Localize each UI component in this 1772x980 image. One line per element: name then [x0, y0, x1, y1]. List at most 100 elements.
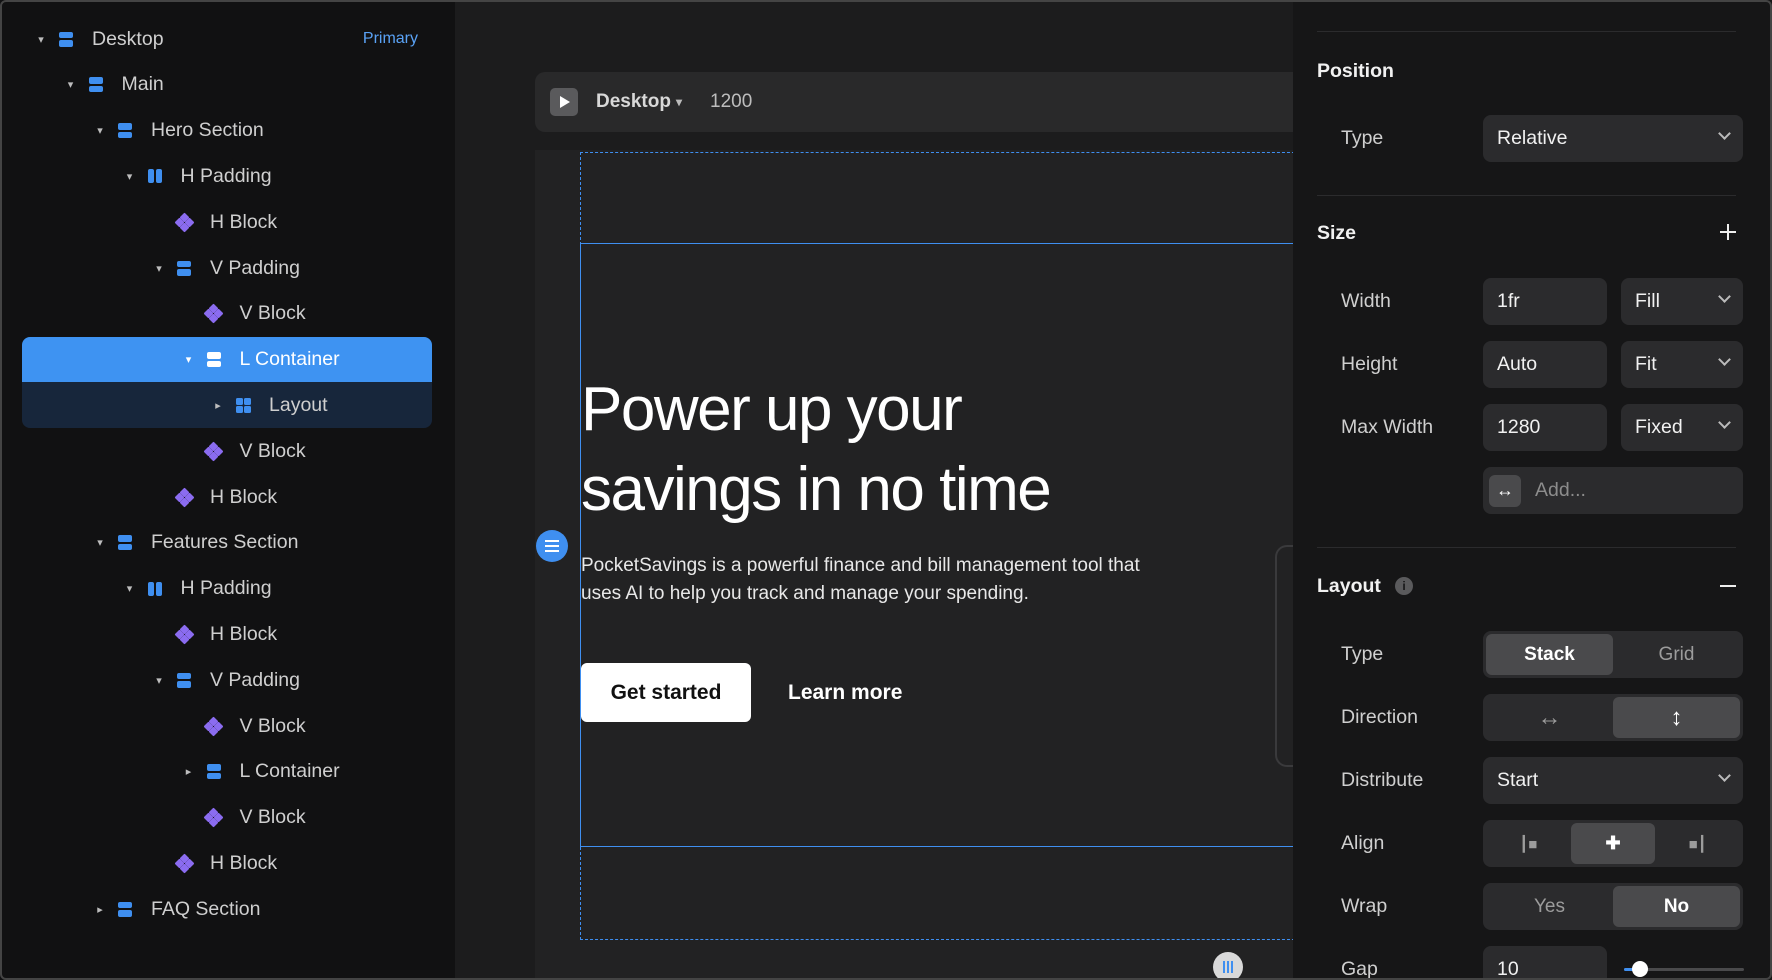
layer-item[interactable]: ▾ Features Section [22, 520, 432, 566]
layer-label: V Block [239, 714, 306, 737]
layer-item[interactable]: ▾ Hero Section [22, 108, 432, 154]
add-placeholder: Add... [1535, 479, 1586, 501]
gap-slider-thumb[interactable] [1631, 961, 1648, 977]
layout-type-grid[interactable]: Grid [1613, 634, 1740, 675]
chevron-down-icon [1718, 416, 1731, 429]
properties-panel: Position Type Relative Size Width 1fr Fi… [1293, 0, 1772, 980]
wrap-label: Wrap [1341, 895, 1388, 917]
breakpoint-dropdown[interactable]: Desktop ▾ [596, 91, 682, 113]
align-center-icon[interactable]: ✚ [1570, 823, 1656, 864]
layer-item[interactable]: ▾ H Padding [22, 566, 432, 612]
caret-spacer [182, 444, 196, 458]
caret-right-icon[interactable]: ▸ [211, 398, 225, 412]
caret-right-icon[interactable]: ▸ [93, 902, 107, 916]
width-mode-select[interactable]: Fill [1621, 278, 1743, 325]
chevron-down-icon [1718, 769, 1731, 782]
layer-label: FAQ Section [151, 897, 261, 920]
height-input[interactable]: Auto [1483, 341, 1607, 388]
get-started-button[interactable]: Get started [581, 663, 751, 722]
height-label: Height [1341, 353, 1398, 375]
hstack-icon [147, 581, 163, 597]
hstack-handle-icon[interactable] [1213, 952, 1243, 980]
layout-type-stack[interactable]: Stack [1486, 634, 1613, 675]
collapse-layout-icon[interactable] [1720, 578, 1736, 594]
layer-item[interactable]: V Block [22, 428, 432, 474]
layer-item[interactable]: ▾ Main [22, 62, 432, 108]
max-width-input[interactable]: 1280 [1483, 404, 1607, 451]
stack-icon [176, 672, 192, 688]
direction-horizontal-icon[interactable]: ↔ [1486, 697, 1613, 738]
height-mode-value: Fit [1635, 353, 1657, 375]
layer-item[interactable]: V Block [22, 291, 432, 337]
layer-item[interactable]: ▾ Desktop Primary [22, 16, 432, 62]
caret-down-icon[interactable]: ▾ [182, 353, 196, 367]
breakpoint-label: Desktop [596, 91, 671, 112]
add-size-icon[interactable] [1720, 224, 1736, 240]
layer-item[interactable]: H Block [22, 611, 432, 657]
caret-spacer [152, 856, 166, 870]
layer-item[interactable]: H Block [22, 199, 432, 245]
hstack-icon [147, 168, 163, 184]
align-end-icon[interactable]: ■┃ [1655, 823, 1740, 864]
align-start-icon[interactable]: ┃■ [1486, 823, 1571, 864]
wrap-yes-option[interactable]: Yes [1486, 886, 1613, 927]
wrap-no-option[interactable]: No [1613, 886, 1740, 927]
position-type-label: Type [1341, 127, 1384, 149]
info-icon[interactable]: i [1395, 577, 1413, 595]
layer-item[interactable]: H Block [22, 840, 432, 886]
caret-spacer [182, 719, 196, 733]
stack-icon [88, 77, 104, 93]
caret-down-icon[interactable]: ▾ [152, 261, 166, 275]
caret-right-icon[interactable]: ▸ [182, 765, 196, 779]
layer-item[interactable]: ▸ FAQ Section [22, 886, 432, 932]
layout-type-toggle: Stack Grid [1483, 631, 1743, 678]
caret-down-icon[interactable]: ▾ [123, 169, 137, 183]
add-size-constraint-field[interactable]: ↔ Add... [1483, 467, 1743, 514]
hero-title[interactable]: Power up your savings in no time [581, 370, 1141, 530]
hero-description[interactable]: PocketSavings is a powerful finance and … [581, 552, 1201, 608]
component-icon [174, 853, 194, 874]
divider [1317, 547, 1736, 548]
stack-icon [117, 535, 133, 551]
direction-vertical-icon[interactable]: ↕ [1613, 697, 1740, 738]
distribute-value: Start [1497, 769, 1539, 791]
l-container-selection[interactable] [580, 243, 1300, 847]
size-section-title: Size [1317, 222, 1357, 244]
layer-item[interactable]: ▸ Layout [22, 382, 432, 429]
layer-label: V Block [239, 302, 306, 325]
height-mode-select[interactable]: Fit [1621, 341, 1743, 388]
stack-handle-icon[interactable] [536, 530, 568, 562]
max-width-label: Max Width [1341, 416, 1434, 438]
max-width-mode-select[interactable]: Fixed [1621, 404, 1743, 451]
hero-desc-line: uses AI to help you track and manage you… [581, 583, 1029, 604]
layer-item[interactable]: ▸ L Container [22, 749, 432, 795]
caret-down-icon[interactable]: ▾ [34, 32, 48, 46]
layer-item[interactable]: ▾ L Container [22, 336, 432, 383]
layer-item[interactable]: H Block [22, 474, 432, 520]
caret-down-icon[interactable]: ▾ [152, 673, 166, 687]
caret-down-icon[interactable]: ▾ [93, 124, 107, 138]
layer-item[interactable]: ▾ V Padding [22, 657, 432, 703]
layout-type-label: Type [1341, 643, 1384, 665]
layer-label: V Block [239, 439, 306, 462]
caret-down-icon[interactable]: ▾ [64, 78, 78, 92]
caret-down-icon[interactable]: ▾ [93, 536, 107, 550]
layer-item[interactable]: V Block [22, 795, 432, 841]
position-type-select[interactable]: Relative [1483, 115, 1743, 162]
grid-icon [235, 397, 251, 413]
distribute-select[interactable]: Start [1483, 757, 1743, 804]
stack-icon [206, 764, 222, 780]
breakpoint-width[interactable]: 1200 [710, 91, 752, 113]
layer-item[interactable]: V Block [22, 703, 432, 749]
gap-input[interactable]: 10 [1483, 946, 1607, 980]
learn-more-button[interactable]: Learn more [788, 663, 902, 722]
layer-label: Desktop [92, 27, 164, 50]
divider [1317, 195, 1736, 196]
width-input[interactable]: 1fr [1483, 278, 1607, 325]
layer-item[interactable]: ▾ H Padding [22, 153, 432, 199]
caret-down-icon[interactable]: ▾ [123, 582, 137, 596]
play-preview-button[interactable] [550, 88, 578, 116]
layer-item[interactable]: ▾ V Padding [22, 245, 432, 291]
component-icon [174, 624, 194, 645]
layer-label: H Block [210, 485, 278, 508]
